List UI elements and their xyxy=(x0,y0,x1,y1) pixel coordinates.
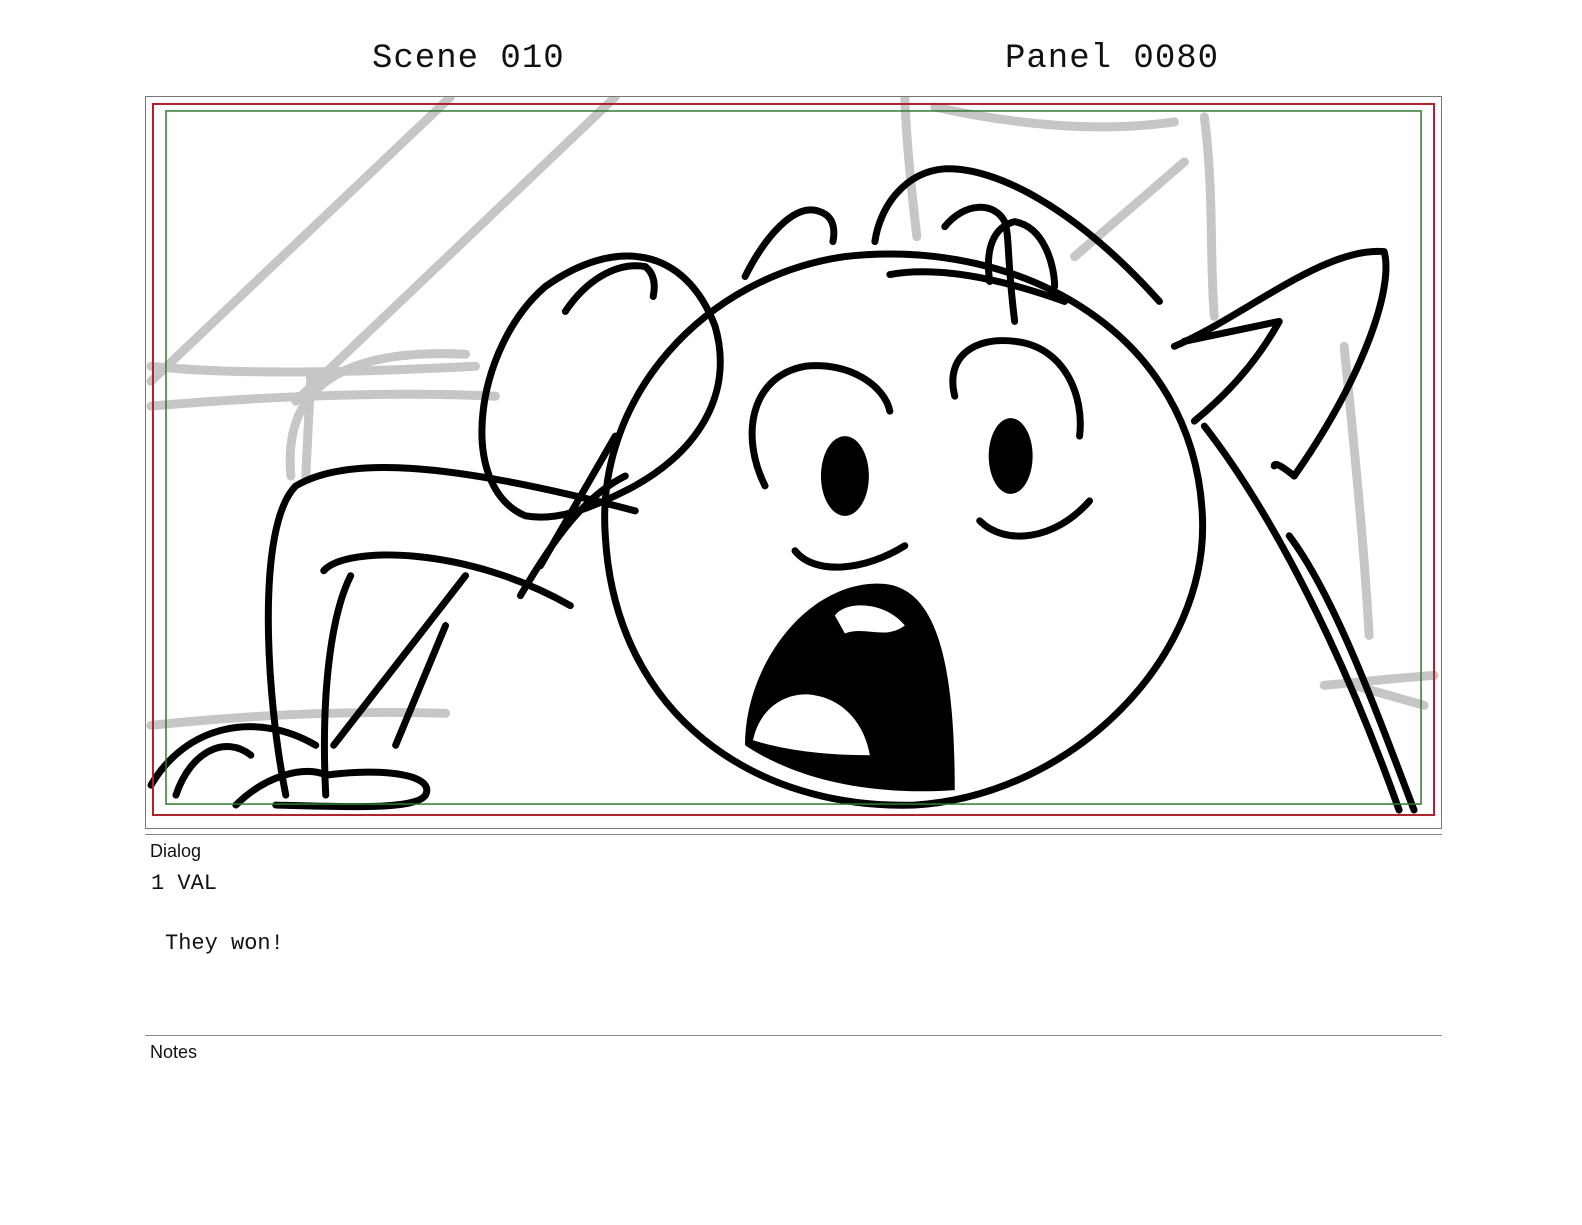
left-eye xyxy=(820,436,869,516)
storyboard-drawing xyxy=(146,97,1439,817)
scene-number: Scene 010 xyxy=(372,40,565,78)
dialog-divider xyxy=(145,834,1442,835)
storyboard-panel-frame xyxy=(145,96,1442,829)
panel-number: Panel 0080 xyxy=(1005,40,1220,78)
right-eye xyxy=(988,418,1033,494)
notes-label: Notes xyxy=(150,1042,198,1062)
dialog-label: Dialog xyxy=(150,841,202,861)
notes-divider xyxy=(145,1035,1442,1036)
dialog-speaker: 1 VAL xyxy=(151,871,218,896)
dialog-line: They won! xyxy=(165,931,284,956)
